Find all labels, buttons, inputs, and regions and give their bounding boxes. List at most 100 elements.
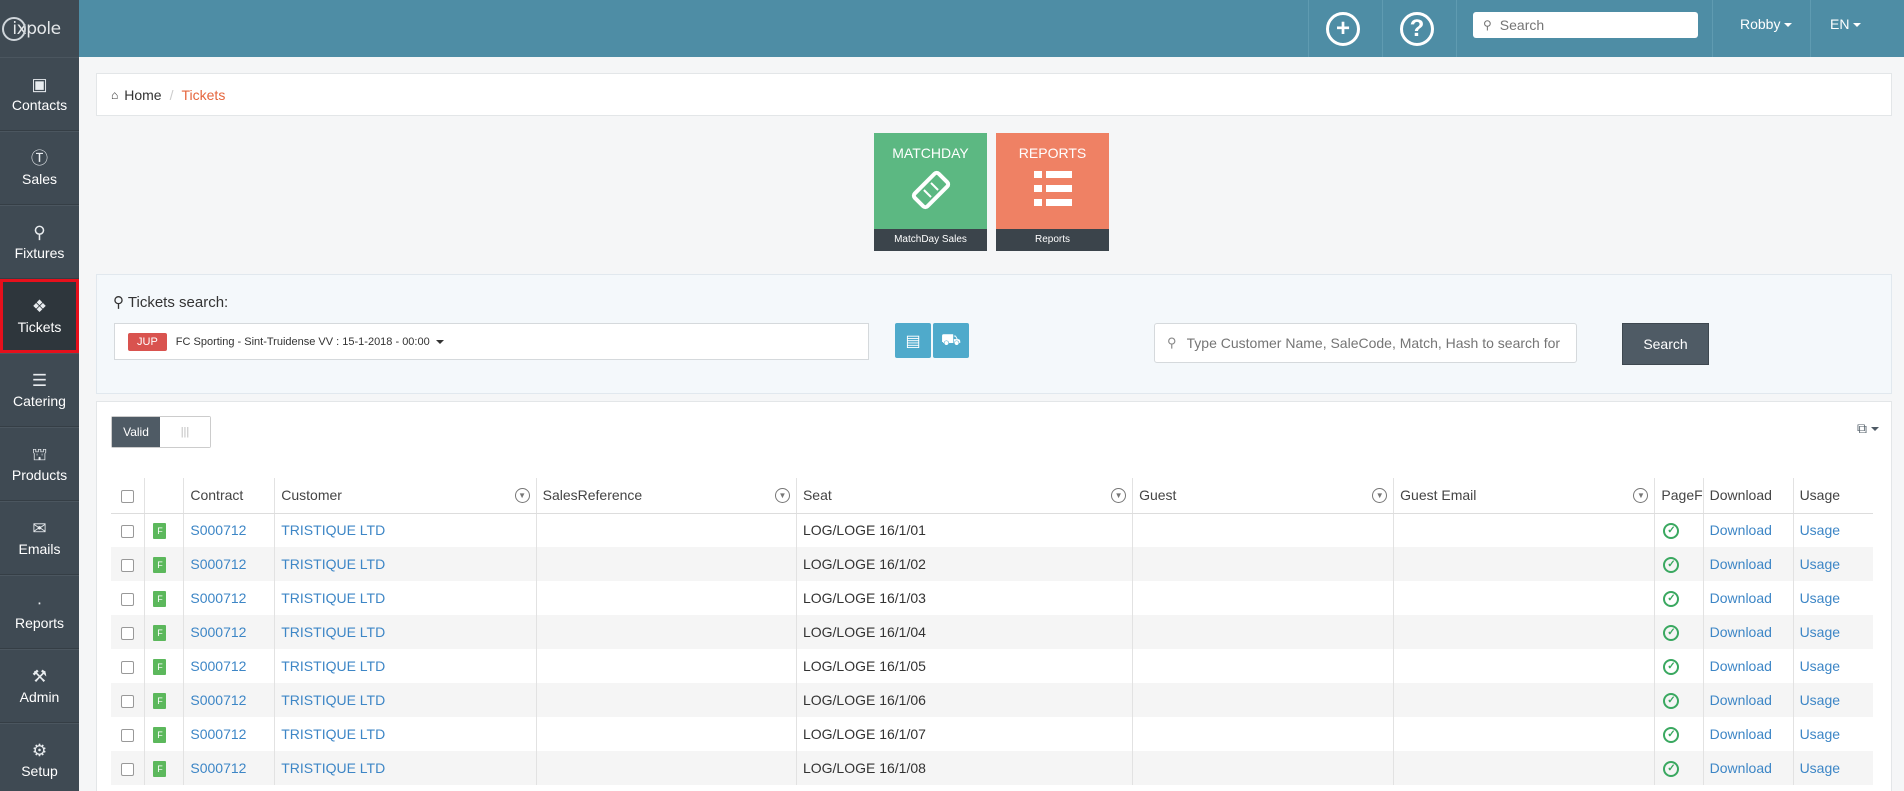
filter-icon[interactable]: ▼ (1111, 488, 1127, 503)
breadcrumb-home[interactable]: Home (124, 87, 161, 103)
guest-cell (1132, 717, 1395, 751)
sidebar-item-catering[interactable]: ☰ Catering (0, 353, 79, 427)
customer-link[interactable]: TRISTIQUE LTD (281, 624, 385, 640)
table-row[interactable]: F S000712 TRISTIQUE LTD LOG/LOGE 16/1/05 ✓ Do… (111, 649, 1873, 683)
divider (1382, 0, 1383, 57)
search-button[interactable]: Search (1622, 323, 1709, 365)
sidebar-item-contacts[interactable]: ▣ Contacts (0, 57, 79, 131)
contract-header[interactable]: Contract (183, 478, 276, 514)
add-icon[interactable]: + (1326, 12, 1360, 46)
row-checkbox[interactable] (121, 626, 134, 640)
download-link[interactable]: Download (1710, 692, 1772, 708)
download-link[interactable]: Download (1710, 658, 1772, 674)
sidebar-item-products[interactable]: ⛫ Products (0, 427, 79, 501)
seat-cell: LOG/LOGE 16/1/08 (796, 751, 1134, 785)
contract-link[interactable]: S000712 (190, 590, 246, 606)
page-header[interactable]: PageF (1654, 478, 1704, 514)
guest-header[interactable]: Guest ▼ (1132, 478, 1395, 514)
row-checkbox[interactable] (121, 694, 134, 708)
filter-icon[interactable]: ▼ (774, 488, 790, 503)
usage-link[interactable]: Usage (1800, 692, 1840, 708)
filter-icon[interactable]: ▼ (1372, 488, 1388, 503)
valid-toggle[interactable]: Valid ||| (111, 416, 211, 448)
usage-link[interactable]: Usage (1800, 760, 1840, 776)
reports-tile[interactable]: REPORTS Reports (996, 133, 1109, 251)
table-row[interactable]: F S000712 TRISTIQUE LTD LOG/LOGE 16/1/03 ✓ Do… (111, 581, 1873, 615)
contract-link[interactable]: S000712 (190, 726, 246, 742)
map-button[interactable]: ▤ (895, 323, 931, 358)
customer-search-input[interactable] (1186, 335, 1567, 351)
customer-header[interactable]: Customer ▼ (274, 478, 537, 514)
sidebar-item-tickets[interactable]: ❖ Tickets (0, 279, 79, 353)
global-search-input[interactable] (1499, 17, 1680, 33)
customer-link[interactable]: TRISTIQUE LTD (281, 692, 385, 708)
select-all-checkbox[interactable] (121, 490, 134, 504)
table-row[interactable]: F S000712 TRISTIQUE LTD LOG/LOGE 16/1/01 ✓ Do… (111, 513, 1873, 547)
row-select-cell (111, 513, 146, 547)
usage-link[interactable]: Usage (1800, 726, 1840, 742)
customer-link[interactable]: TRISTIQUE LTD (281, 726, 385, 742)
table-row[interactable]: F S000712 TRISTIQUE LTD LOG/LOGE 16/1/04 ✓ Do… (111, 615, 1873, 649)
row-checkbox[interactable] (121, 728, 134, 742)
row-checkbox[interactable] (121, 558, 134, 572)
match-select[interactable]: JUP FC Sporting - Sint-Truidense VV : 15… (114, 323, 869, 360)
usage-link[interactable]: Usage (1800, 556, 1840, 572)
sidebar-item-reports[interactable]: ∙ Reports (0, 575, 79, 649)
sales-reference-header[interactable]: SalesReference ▼ (536, 478, 797, 514)
row-checkbox[interactable] (121, 660, 134, 674)
contract-cell: S000712 (183, 513, 276, 547)
usage-link[interactable]: Usage (1800, 590, 1840, 606)
customer-link[interactable]: TRISTIQUE LTD (281, 760, 385, 776)
customer-link[interactable]: TRISTIQUE LTD (281, 522, 385, 538)
contract-link[interactable]: S000712 (190, 522, 246, 538)
contract-link[interactable]: S000712 (190, 624, 246, 640)
contract-link[interactable]: S000712 (190, 760, 246, 776)
check-circle-icon: ✓ (1663, 522, 1680, 539)
table-row[interactable]: F S000712 TRISTIQUE LTD LOG/LOGE 16/1/08 ✓ Do… (111, 751, 1873, 785)
download-header[interactable]: Download (1703, 478, 1794, 514)
sales-reference-cell (536, 547, 797, 581)
customer-link[interactable]: TRISTIQUE LTD (281, 658, 385, 674)
sidebar-item-admin[interactable]: ⚒ Admin (0, 649, 79, 723)
user-menu[interactable]: Robby (1740, 16, 1793, 32)
guest-email-header[interactable]: Guest Email ▼ (1393, 478, 1656, 514)
download-link[interactable]: Download (1710, 522, 1772, 538)
sidebar-item-fixtures[interactable]: ⚲ Fixtures (0, 205, 79, 279)
seat-header[interactable]: Seat ▼ (796, 478, 1134, 514)
row-checkbox[interactable] (121, 525, 134, 539)
row-checkbox[interactable] (121, 592, 134, 606)
download-link[interactable]: Download (1710, 760, 1772, 776)
language-menu[interactable]: EN (1830, 16, 1862, 32)
usage-link[interactable]: Usage (1800, 624, 1840, 640)
table-row[interactable]: F S000712 TRISTIQUE LTD LOG/LOGE 16/1/02 ✓ Do… (111, 547, 1873, 581)
download-link[interactable]: Download (1710, 726, 1772, 742)
sidebar-item-sales[interactable]: Ⓣ Sales (0, 131, 79, 205)
app-logo[interactable]: ixpole (0, 0, 79, 57)
sidebar-item-emails[interactable]: ✉ Emails (0, 501, 79, 575)
matchday-tile[interactable]: MATCHDAY MatchDay Sales (874, 133, 987, 251)
car-button[interactable]: ⛟ (933, 323, 969, 358)
help-icon[interactable]: ? (1400, 12, 1434, 46)
row-checkbox[interactable] (121, 762, 134, 776)
usage-link[interactable]: Usage (1800, 658, 1840, 674)
customer-link[interactable]: TRISTIQUE LTD (281, 556, 385, 572)
download-link[interactable]: Download (1710, 590, 1772, 606)
sales-reference-header-label: SalesReference (542, 487, 643, 504)
contract-link[interactable]: S000712 (190, 692, 246, 708)
table-row[interactable]: F S000712 TRISTIQUE LTD LOG/LOGE 16/1/07 ✓ Do… (111, 717, 1873, 751)
download-link[interactable]: Download (1710, 556, 1772, 572)
export-menu[interactable]: ⧉ (1857, 420, 1879, 437)
usage-header[interactable]: Usage (1793, 478, 1873, 514)
contract-link[interactable]: S000712 (190, 658, 246, 674)
download-link[interactable]: Download (1710, 624, 1772, 640)
table-row[interactable]: F S000712 TRISTIQUE LTD LOG/LOGE 16/1/06 ✓ Do… (111, 683, 1873, 717)
contract-cell: S000712 (183, 717, 276, 751)
filter-icon[interactable]: ▼ (514, 488, 530, 503)
contract-link[interactable]: S000712 (190, 556, 246, 572)
filter-icon[interactable]: ▼ (1633, 488, 1649, 503)
status-badge: F (153, 761, 167, 777)
page-cell: ✓ (1654, 649, 1704, 683)
usage-link[interactable]: Usage (1800, 522, 1840, 538)
sidebar-item-setup[interactable]: ⚙ Setup (0, 723, 79, 791)
customer-link[interactable]: TRISTIQUE LTD (281, 590, 385, 606)
